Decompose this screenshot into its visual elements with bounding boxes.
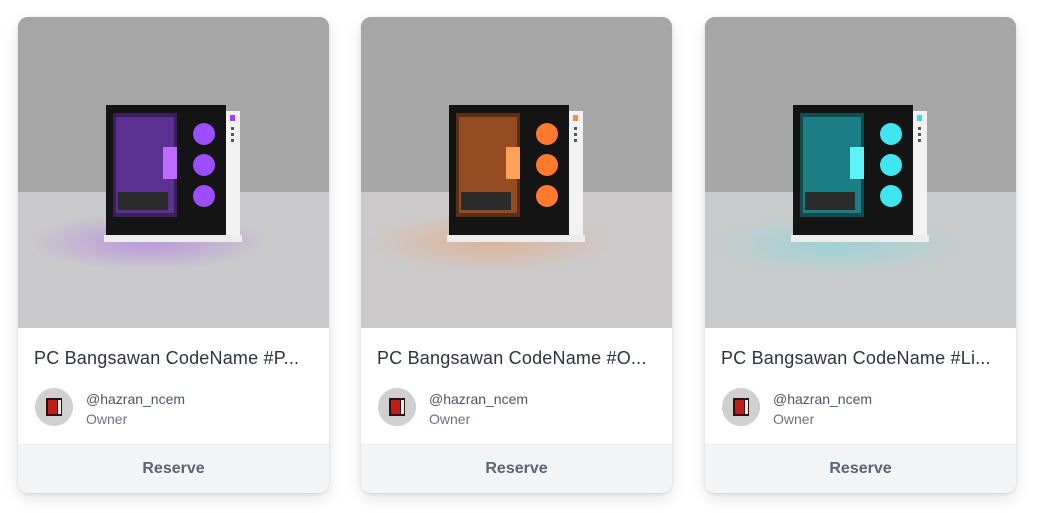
owner-role: Owner [86, 411, 128, 427]
reserve-button[interactable]: Reserve [705, 444, 1016, 493]
pc-case-render [361, 17, 672, 328]
reserve-button[interactable]: Reserve [18, 444, 329, 493]
card-title[interactable]: PC Bangsawan CodeName #Li... [721, 348, 1001, 369]
owner-handle[interactable]: @hazran_ncem [86, 391, 185, 407]
avatar-icon [35, 388, 73, 426]
owner-avatar[interactable] [35, 388, 73, 426]
owner-avatar[interactable] [378, 388, 416, 426]
owner-role: Owner [773, 411, 815, 427]
product-image[interactable] [705, 17, 1016, 328]
owner-role: Owner [429, 411, 471, 427]
reserve-button[interactable]: Reserve [361, 444, 672, 493]
nft-card-grid: PC Bangsawan CodeName #P... @hazran_ncem… [0, 0, 1040, 513]
avatar-icon [378, 388, 416, 426]
product-card[interactable]: PC Bangsawan CodeName #Li... @hazran_nce… [705, 17, 1016, 493]
card-title[interactable]: PC Bangsawan CodeName #P... [34, 348, 314, 369]
pc-case-render [18, 17, 329, 328]
owner-handle[interactable]: @hazran_ncem [773, 391, 872, 407]
product-image[interactable] [361, 17, 672, 328]
product-card[interactable]: PC Bangsawan CodeName #P... @hazran_ncem… [18, 17, 329, 493]
product-image[interactable] [18, 17, 329, 328]
avatar-icon [722, 388, 760, 426]
owner-handle[interactable]: @hazran_ncem [429, 391, 528, 407]
owner-avatar[interactable] [722, 388, 760, 426]
pc-case-render [705, 17, 1016, 328]
card-title[interactable]: PC Bangsawan CodeName #O... [377, 348, 657, 369]
product-card[interactable]: PC Bangsawan CodeName #O... @hazran_ncem… [361, 17, 672, 493]
